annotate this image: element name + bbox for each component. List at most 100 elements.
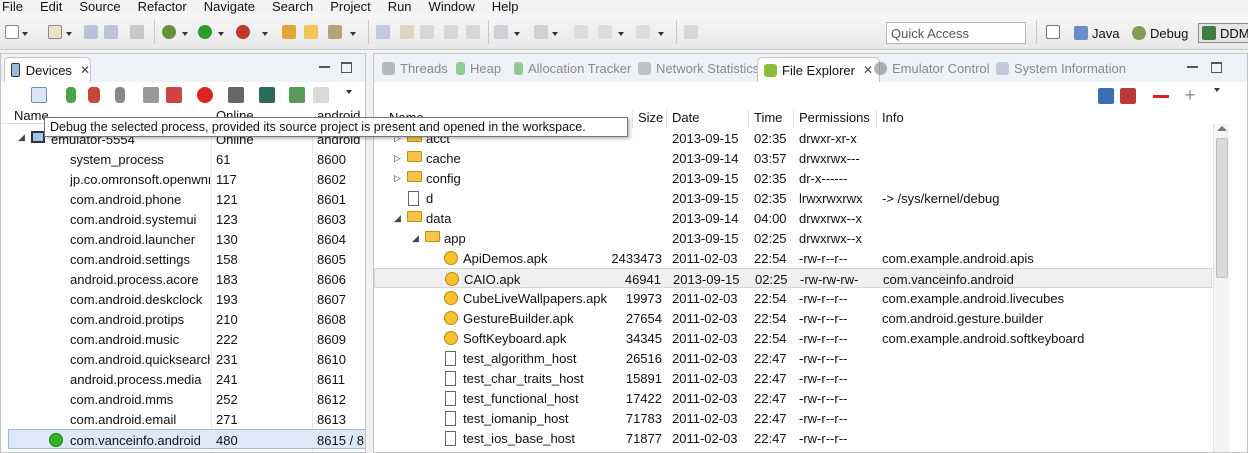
save-icon[interactable] (84, 25, 98, 39)
process-row[interactable]: system_process 61 8600 (1, 149, 365, 169)
column-info-header[interactable]: Info (882, 110, 904, 125)
perspective-java[interactable]: Java (1074, 23, 1119, 43)
new-folder-icon[interactable]: + (1182, 86, 1198, 104)
forward-icon[interactable] (636, 25, 650, 39)
quick-access-input[interactable]: Quick Access (886, 22, 1026, 44)
tab-threads[interactable]: Threads (382, 61, 448, 76)
expand-arrow-icon[interactable]: ▷ (394, 173, 401, 184)
screen-capture-icon[interactable] (228, 87, 244, 103)
minimize-icon[interactable] (319, 62, 330, 68)
column-time-header[interactable]: Time (754, 110, 782, 125)
process-row[interactable]: com.android.mms 252 8612 (1, 389, 365, 409)
delete-icon[interactable] (1153, 95, 1169, 98)
file-row[interactable]: test_char_traits_host 15891 2011-02-03 22:4… (374, 368, 1212, 388)
process-row[interactable]: com.android.settings 158 8605 (1, 249, 365, 269)
chevron-down-icon[interactable] (514, 32, 520, 36)
back-icon[interactable] (598, 25, 612, 39)
file-row[interactable]: ApiDemos.apk 2433473 2011-02-03 22:54 -rw-r-… (374, 248, 1212, 268)
file-row[interactable]: ▷ config 2013-09-15 02:35 dr-x------ (374, 168, 1212, 188)
close-icon[interactable]: ✕ (863, 63, 873, 77)
tab-file-explorer[interactable]: File Explorer ✕ (757, 57, 881, 82)
open-perspective-icon[interactable] (1046, 25, 1060, 39)
column-permissions-header[interactable]: Permissions (799, 110, 870, 125)
tab-heap[interactable]: Heap (456, 61, 501, 76)
pin-editor-icon[interactable] (684, 25, 698, 39)
debug-process-icon[interactable] (31, 87, 47, 103)
toggle-mark-icon[interactable] (420, 25, 434, 39)
pencil-icon[interactable] (400, 25, 414, 39)
print-icon[interactable] (130, 25, 144, 39)
maximize-icon[interactable] (341, 62, 352, 73)
process-row[interactable]: com.android.phone 121 8601 (1, 189, 365, 209)
tab-devices[interactable]: Devices ✕ (4, 57, 91, 82)
block-selection-icon[interactable] (444, 25, 458, 39)
chevron-down-icon[interactable] (182, 32, 188, 36)
wrench-icon[interactable] (328, 25, 342, 39)
process-row[interactable]: com.android.systemui 123 8603 (1, 209, 365, 229)
chevron-down-icon[interactable] (350, 32, 356, 36)
chevron-down-icon[interactable] (218, 32, 224, 36)
menu-window[interactable]: Window (429, 0, 475, 13)
cause-gc-icon[interactable] (115, 87, 125, 103)
file-row[interactable]: ▷ cache 2013-09-14 03:57 drwxrwx--- (374, 148, 1212, 168)
systrace-icon[interactable] (289, 87, 305, 103)
collapse-arrow-icon[interactable]: ◢ (18, 132, 25, 143)
tab-emulator-control[interactable]: Emulator Control (874, 61, 990, 76)
process-row[interactable]: com.android.email 271 8613 (1, 409, 365, 429)
prev-annotation-icon[interactable] (534, 25, 548, 39)
chevron-down-icon[interactable] (658, 32, 664, 36)
new-project-icon[interactable] (48, 25, 62, 39)
chevron-down-icon[interactable] (552, 32, 558, 36)
file-row[interactable]: d 2013-09-15 02:35 lrwxrwxrwx -> /sys/kernel… (374, 188, 1212, 208)
collapse-arrow-icon[interactable]: ◢ (412, 233, 419, 244)
menu-help[interactable]: Help (492, 0, 519, 13)
view-menu-chevron-icon[interactable] (346, 90, 352, 94)
open-type-icon[interactable] (282, 25, 296, 39)
debug-icon[interactable] (162, 25, 176, 39)
close-icon[interactable]: ✕ (80, 63, 90, 77)
view-menu-chevron-icon[interactable] (1214, 88, 1220, 92)
process-row-selected[interactable]: com.vanceinfo.android 480 8615 / 8 (8, 429, 365, 449)
annotation-icon[interactable] (376, 25, 390, 39)
menu-edit[interactable]: Edit (40, 0, 62, 13)
process-row[interactable]: com.android.protips 210 8608 (1, 309, 365, 329)
file-row[interactable]: ◢ app 2013-09-15 02:25 drwxrwx--x (374, 228, 1212, 248)
menu-refactor[interactable]: Refactor (138, 0, 187, 13)
process-row[interactable]: jp.co.omronsoft.openwnn 117 8602 (1, 169, 365, 189)
tab-system-information[interactable]: System Information (996, 61, 1126, 76)
perspective-debug[interactable]: Debug (1132, 23, 1188, 43)
back-arrow-icon[interactable] (574, 25, 588, 39)
scrollbar-thumb[interactable] (1216, 138, 1228, 278)
push-file-icon[interactable] (1120, 88, 1136, 104)
file-row[interactable]: ◢ data 2013-09-14 04:00 drwxrwx--x (374, 208, 1212, 228)
chevron-down-icon[interactable] (262, 32, 268, 36)
file-row[interactable]: CubeLiveWallpapers.apk 19973 2011-02-03 22:… (374, 288, 1212, 308)
file-row[interactable]: test_ios_base_host 71877 2011-02-03 22:47 -r… (374, 428, 1212, 448)
dump-hprof-icon[interactable] (88, 87, 100, 103)
open-folder-icon[interactable] (304, 25, 318, 39)
expand-arrow-icon[interactable]: ▷ (394, 153, 401, 164)
new-icon[interactable] (5, 25, 19, 39)
menu-file[interactable]: File (2, 0, 23, 13)
run-icon[interactable] (198, 25, 212, 39)
collapse-arrow-icon[interactable]: ◢ (394, 213, 401, 224)
process-row[interactable]: com.android.music 222 8609 (1, 329, 365, 349)
menu-search[interactable]: Search (272, 0, 313, 13)
column-date-header[interactable]: Date (672, 110, 699, 125)
stop-process-icon[interactable] (197, 87, 213, 103)
update-heap-icon[interactable] (66, 87, 76, 103)
external-tools-icon[interactable] (236, 25, 250, 39)
menu-run[interactable]: Run (388, 0, 412, 13)
file-row[interactable]: GestureBuilder.apk 27654 2011-02-03 22:54 -r… (374, 308, 1212, 328)
chevron-down-icon[interactable] (618, 32, 624, 36)
file-row[interactable]: test_functional_host 17422 2011-02-03 22:47… (374, 388, 1212, 408)
menu-source[interactable]: Source (79, 0, 120, 13)
process-row[interactable]: com.android.quicksearchbox 231 8610 (1, 349, 365, 369)
chevron-down-icon[interactable] (66, 32, 72, 36)
update-threads-icon[interactable] (143, 87, 159, 103)
menu-project[interactable]: Project (330, 0, 370, 13)
maximize-icon[interactable] (1211, 62, 1222, 73)
process-row[interactable]: com.android.launcher 130 8604 (1, 229, 365, 249)
scroll-up-icon[interactable] (1217, 126, 1227, 131)
tab-network-statistics[interactable]: Network Statistics (638, 61, 759, 76)
